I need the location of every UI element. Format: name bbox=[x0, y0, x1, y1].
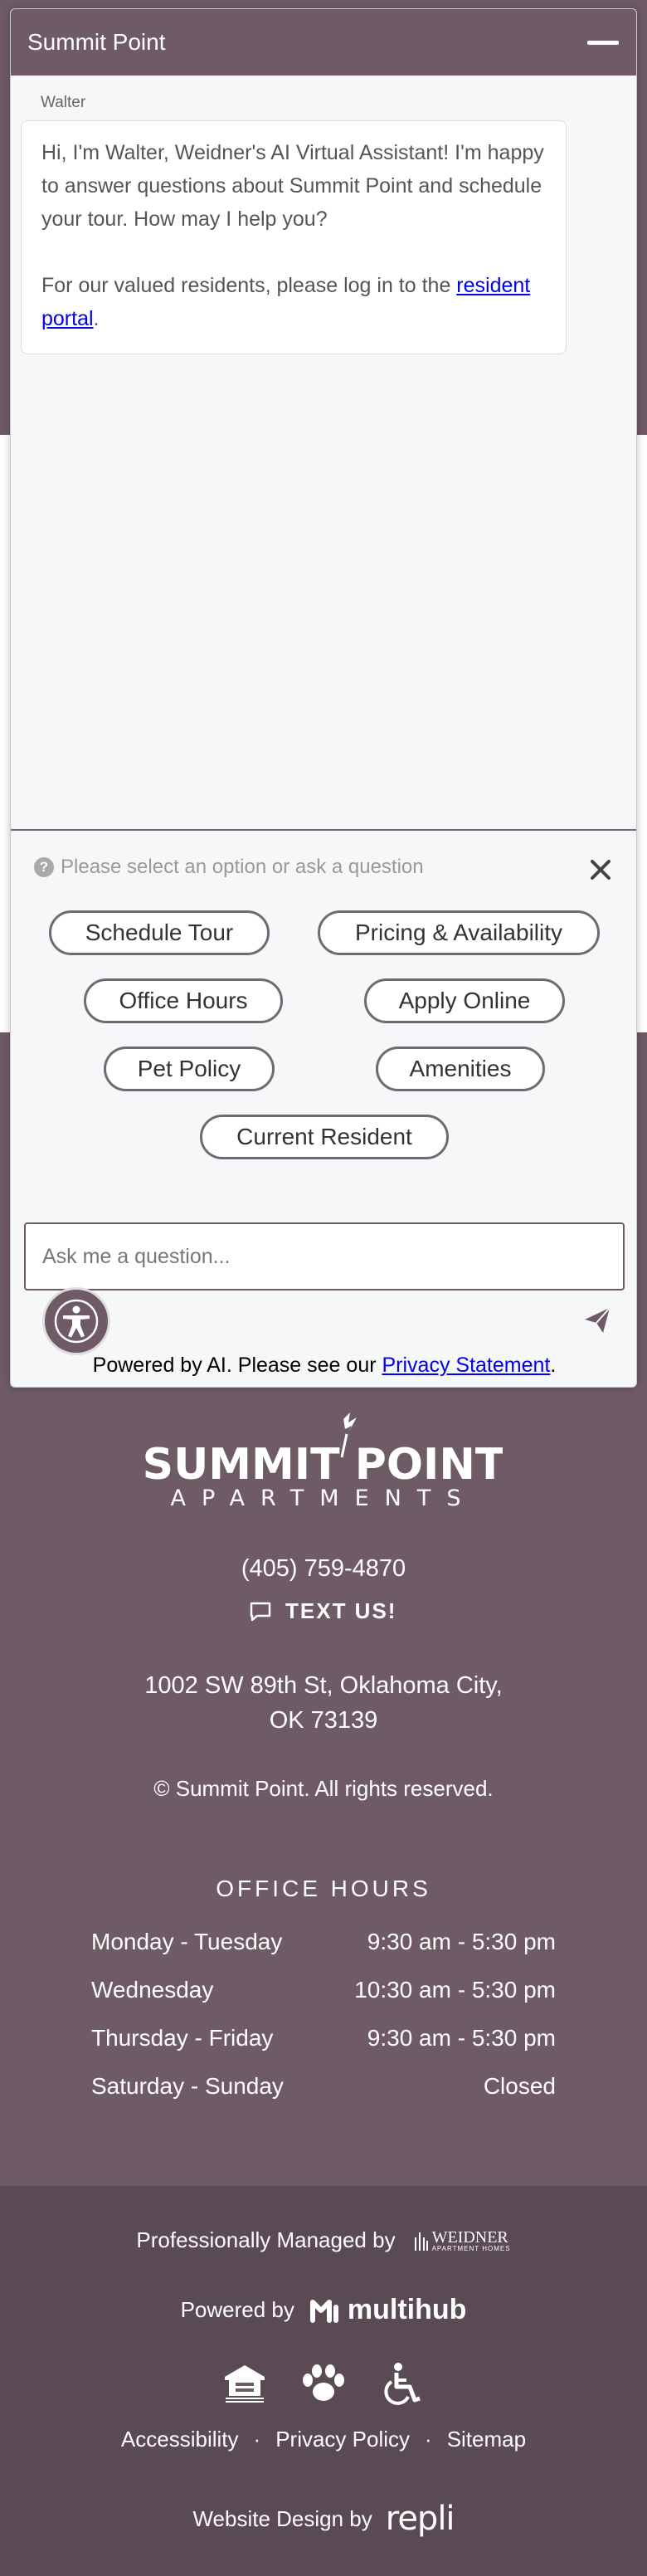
hours-days: Monday - Tuesday bbox=[91, 1929, 283, 1954]
accessibility-icon bbox=[54, 1299, 99, 1344]
chat-header: Summit Point bbox=[11, 9, 636, 76]
design-by-label: Website Design by bbox=[192, 2505, 372, 2531]
message-text: For our valued residents, please log in … bbox=[41, 274, 457, 297]
address-line: 1002 SW 89th St, Oklahoma City, bbox=[144, 1672, 503, 1699]
option-prompt: ? Please select an option or ask a quest… bbox=[34, 856, 424, 879]
chat-title: Summit Point bbox=[27, 29, 166, 55]
chat-bubble-icon bbox=[250, 1602, 271, 1621]
question-icon: ? bbox=[34, 857, 54, 877]
hours-row: Monday - Tuesday 9:30 am - 5:30 pm bbox=[91, 1929, 556, 1955]
message-text: . bbox=[93, 307, 100, 330]
chat-widget: Summit Point Walter Hi, I'm Walter, Weid… bbox=[10, 8, 637, 1388]
compliance-icons bbox=[222, 2362, 425, 2407]
option-amenities[interactable]: Amenities bbox=[376, 1046, 545, 1091]
minimize-icon bbox=[587, 40, 619, 45]
option-pricing-availability[interactable]: Pricing & Availability bbox=[318, 910, 600, 955]
send-icon[interactable] bbox=[583, 1306, 611, 1334]
sitemap-link[interactable]: Sitemap bbox=[447, 2427, 526, 2452]
hours-time: 9:30 am - 5:30 pm bbox=[367, 1929, 556, 1954]
minimize-button[interactable] bbox=[586, 30, 620, 55]
managed-by-label: Professionally Managed by bbox=[136, 2227, 396, 2252]
message-paragraph: Hi, I'm Walter, Weidner's AI Virtual Ass… bbox=[41, 141, 544, 231]
hours-row: Saturday - Sunday Closed bbox=[91, 2073, 556, 2100]
assistant-message: Hi, I'm Walter, Weidner's AI Virtual Ass… bbox=[21, 120, 567, 354]
powered-by: Powered by multihub bbox=[0, 2294, 647, 2326]
accessibility-link[interactable]: Accessibility bbox=[121, 2427, 239, 2452]
option-apply-online[interactable]: Apply Online bbox=[364, 978, 565, 1023]
phone-number[interactable]: (405) 759-4870 bbox=[0, 1555, 647, 1583]
message-sender: Walter bbox=[41, 94, 86, 111]
multihub-logo[interactable]: multihub bbox=[309, 2294, 467, 2326]
copyright: © Summit Point. All rights reserved. bbox=[153, 1776, 494, 1801]
address: 1002 SW 89th St, Oklahoma City, OK 73139 bbox=[0, 1668, 647, 1738]
option-pet-policy[interactable]: Pet Policy bbox=[104, 1046, 275, 1091]
privacy-policy-link[interactable]: Privacy Policy bbox=[275, 2427, 410, 2452]
pet-friendly-icon bbox=[303, 2364, 344, 2401]
accessibility-button[interactable] bbox=[42, 1287, 110, 1355]
svg-text:SUMMIT POINT: SUMMIT POINT bbox=[144, 1440, 503, 1490]
wheelchair-accessible-icon bbox=[384, 2363, 421, 2405]
website-design-by: Website Design by repli bbox=[0, 2500, 647, 2538]
weidner-logo-subtext: APARTMENT HOMES bbox=[431, 2244, 511, 2252]
multihub-logo-text: multihub bbox=[347, 2294, 467, 2325]
weidner-logo-mark bbox=[414, 2232, 428, 2251]
ai-disclaimer: Powered by AI. Please see our Privacy St… bbox=[11, 1354, 636, 1378]
option-schedule-tour[interactable]: Schedule Tour bbox=[49, 910, 270, 955]
text-us-button[interactable]: TEXT US! bbox=[249, 1598, 396, 1624]
option-current-resident[interactable]: Current Resident bbox=[200, 1115, 449, 1159]
hours-days: Thursday - Friday bbox=[91, 2025, 274, 2051]
text-us-label: TEXT US! bbox=[285, 1598, 397, 1623]
address-line: OK 73139 bbox=[269, 1707, 378, 1734]
hours-row: Thursday - Friday 9:30 am - 5:30 pm bbox=[91, 2025, 556, 2052]
question-input[interactable]: Ask me a question... bbox=[24, 1222, 625, 1290]
managed-by: Professionally Managed by WEIDNER APARTM… bbox=[0, 2227, 647, 2253]
hours-time: 10:30 am - 5:30 pm bbox=[354, 1977, 556, 2003]
summit-point-logo: SUMMIT POINT APARTMENTS bbox=[143, 1411, 505, 1511]
multihub-logo-mark bbox=[309, 2299, 338, 2323]
equal-housing-icon bbox=[225, 2365, 265, 2403]
disclaimer-text: . bbox=[550, 1354, 557, 1377]
divider bbox=[11, 829, 636, 831]
disclaimer-text: Powered by AI. Please see our bbox=[92, 1354, 382, 1377]
hours-days: Wednesday bbox=[91, 1977, 214, 2003]
weidner-logo[interactable]: WEIDNER APARTMENT HOMES bbox=[414, 2229, 511, 2252]
hours-time: 9:30 am - 5:30 pm bbox=[367, 2025, 556, 2051]
repli-logo[interactable]: repli bbox=[386, 2500, 455, 2538]
prompt-text: Please select an option or ask a questio… bbox=[61, 856, 424, 878]
message-paragraph: For our valued residents, please log in … bbox=[41, 269, 546, 335]
hours-days: Saturday - Sunday bbox=[91, 2073, 284, 2099]
footer-links: Accessibility · Privacy Policy · Sitemap bbox=[0, 2427, 647, 2452]
weidner-logo-text: WEIDNER bbox=[431, 2227, 508, 2247]
powered-by-label: Powered by bbox=[180, 2297, 294, 2322]
hours-time: Closed bbox=[483, 2073, 556, 2099]
office-hours-title: OFFICE HOURS bbox=[216, 1876, 431, 1901]
hours-row: Wednesday 10:30 am - 5:30 pm bbox=[91, 1977, 556, 2003]
close-options-icon[interactable] bbox=[586, 856, 615, 884]
svg-text:APARTMENTS: APARTMENTS bbox=[171, 1486, 477, 1510]
link-separator: · bbox=[425, 2427, 432, 2452]
option-office-hours[interactable]: Office Hours bbox=[84, 978, 283, 1023]
link-separator: · bbox=[253, 2427, 261, 2452]
privacy-statement-link[interactable]: Privacy Statement bbox=[382, 1354, 551, 1377]
